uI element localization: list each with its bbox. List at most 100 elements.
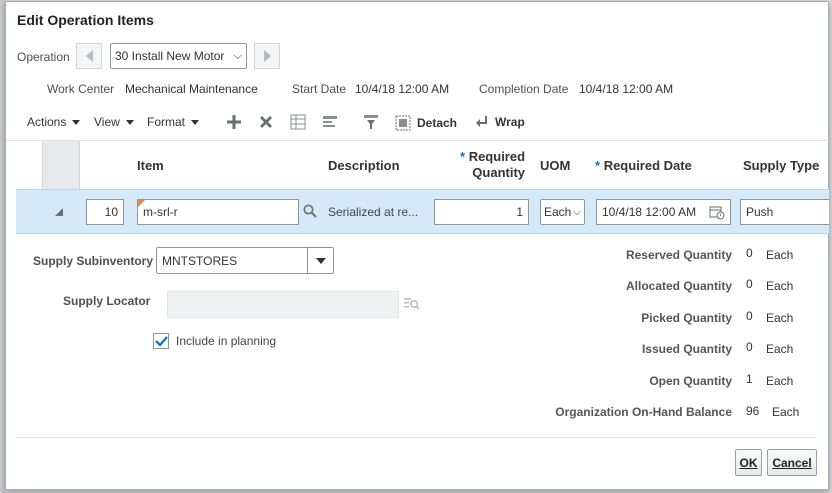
supply-locator-input[interactable] <box>167 291 399 318</box>
supply-subinventory-value: MNTSTORES <box>162 253 238 268</box>
add-row-button[interactable] <box>225 113 243 131</box>
checkmark-icon <box>154 336 168 347</box>
filter-icon <box>364 115 378 129</box>
freeze-columns-icon <box>290 114 306 130</box>
work-center-value: Mechanical Maintenance <box>125 82 258 96</box>
required-asterisk: * <box>595 158 601 173</box>
on-hand-balance-unit: Each <box>772 405 800 419</box>
allocated-quantity-value: 0 <box>746 277 753 291</box>
required-date-value: 10/4/18 12:00 AM <box>602 205 697 219</box>
caret-down-icon <box>191 119 200 125</box>
work-center-label: Work Center <box>47 82 115 96</box>
issued-quantity-unit: Each <box>766 342 794 356</box>
detach-icon <box>395 115 411 131</box>
changed-indicator-icon <box>138 200 145 207</box>
wrap-label: Wrap <box>495 115 525 129</box>
supply-locator-label: Supply Locator <box>63 294 151 308</box>
picked-quantity-label: Picked Quantity <box>641 311 732 325</box>
footer-divider <box>16 437 816 438</box>
issued-quantity-value: 0 <box>746 340 753 354</box>
sequence-input[interactable]: 10 <box>86 199 124 225</box>
operation-select[interactable]: 30 Install New Motor ⌵ <box>110 43 247 69</box>
start-date-label: Start Date <box>292 82 347 96</box>
triangle-right-icon <box>263 50 271 62</box>
table-header <box>6 140 829 189</box>
supply-subinventory-label: Supply Subinventory <box>33 254 154 268</box>
issued-quantity-label: Issued Quantity <box>641 342 732 356</box>
item-input[interactable]: m-srl-r <box>137 199 299 225</box>
caret-down-icon <box>72 119 81 125</box>
calendar-icon[interactable] <box>709 205 725 220</box>
next-operation-button[interactable] <box>254 43 280 69</box>
search-icon[interactable] <box>404 297 420 314</box>
search-icon[interactable] <box>303 204 317 221</box>
view-menu-label: View <box>94 115 120 129</box>
detach-button[interactable]: Detach <box>395 115 457 131</box>
actions-menu[interactable]: Actions <box>27 115 81 129</box>
open-quantity-label: Open Quantity <box>649 374 732 388</box>
edit-operation-items-dialog: Edit Operation Items Operation 30 Instal… <box>5 1 829 490</box>
column-header-uom[interactable]: UOM <box>540 158 570 173</box>
column-header-description[interactable]: Description <box>328 158 400 173</box>
dropdown-button[interactable] <box>307 248 333 273</box>
wrap-columns-button[interactable] <box>321 113 339 131</box>
open-quantity-value: 1 <box>746 372 753 386</box>
open-quantity-unit: Each <box>766 374 794 388</box>
chevron-down-icon: ⌵ <box>233 49 242 62</box>
header-required-text: Required <box>468 149 526 164</box>
freeze-button[interactable] <box>289 113 307 131</box>
required-asterisk: * <box>460 149 466 164</box>
header-quantity-text: Quantity <box>472 165 526 180</box>
plus-icon <box>227 115 241 129</box>
delete-x-icon <box>260 116 272 128</box>
allocated-quantity-label: Allocated Quantity <box>625 279 732 293</box>
on-hand-balance-value: 96 <box>746 404 760 418</box>
column-header-required-date[interactable]: * Required Date <box>595 158 692 173</box>
collapse-row-icon[interactable] <box>54 206 64 220</box>
completion-date-value: 10/4/18 12:00 AM <box>579 82 674 96</box>
delete-row-button[interactable] <box>257 113 275 131</box>
picked-quantity-unit: Each <box>766 311 794 325</box>
column-header-required-quantity[interactable]: * Required Quantity <box>460 149 525 180</box>
reserved-quantity-unit: Each <box>766 248 794 262</box>
ok-button[interactable]: OK <box>735 449 762 476</box>
header-required-date-text: Required Date <box>603 158 692 173</box>
uom-select[interactable]: Each ⌵ <box>540 199 585 225</box>
query-by-example-button[interactable] <box>362 113 380 131</box>
format-menu-label: Format <box>147 115 186 129</box>
actions-menu-label: Actions <box>27 115 67 129</box>
on-hand-balance-label: Organization On-Hand Balance <box>555 405 732 419</box>
completion-date-label: Completion Date <box>479 82 569 96</box>
uom-select-value: Each <box>544 205 572 219</box>
column-header-item[interactable]: Item <box>137 158 164 173</box>
reserved-quantity-label: Reserved Quantity <box>625 248 732 262</box>
reserved-quantity-value: 0 <box>746 246 753 260</box>
item-input-value: m-srl-r <box>143 205 178 219</box>
supply-subinventory-select[interactable]: MNTSTORES <box>156 247 334 274</box>
supply-type-select[interactable]: Push <box>740 199 829 225</box>
start-date-value: 10/4/18 12:00 AM <box>355 82 450 96</box>
required-date-input[interactable]: 10/4/18 12:00 AM <box>596 199 731 225</box>
operation-select-value: 30 Install New Motor <box>115 49 225 63</box>
wrap-icon <box>476 116 487 127</box>
columns-icon <box>323 116 337 127</box>
previous-operation-button[interactable] <box>76 43 102 69</box>
view-menu[interactable]: View <box>94 115 134 129</box>
dialog-title: Edit Operation Items <box>17 12 154 28</box>
triangle-left-icon <box>85 50 93 62</box>
chevron-down-icon: ⌵ <box>573 206 581 218</box>
picked-quantity-value: 0 <box>746 309 753 323</box>
caret-down-icon <box>315 257 326 264</box>
include-in-planning-label: Include in planning <box>176 334 277 348</box>
format-menu[interactable]: Format <box>147 115 200 129</box>
allocated-quantity-unit: Each <box>766 279 794 293</box>
detach-label: Detach <box>417 116 458 130</box>
column-header-supply-type[interactable]: Supply Type <box>743 158 819 173</box>
cancel-button[interactable]: Cancel <box>767 449 817 476</box>
wrap-button[interactable]: Wrap <box>475 115 525 129</box>
description-value: Serialized at re... <box>328 205 419 219</box>
required-quantity-input[interactable]: 1 <box>434 199 529 225</box>
operation-label: Operation <box>17 50 70 64</box>
include-in-planning-checkbox[interactable] <box>153 333 169 349</box>
caret-down-icon <box>125 119 134 125</box>
